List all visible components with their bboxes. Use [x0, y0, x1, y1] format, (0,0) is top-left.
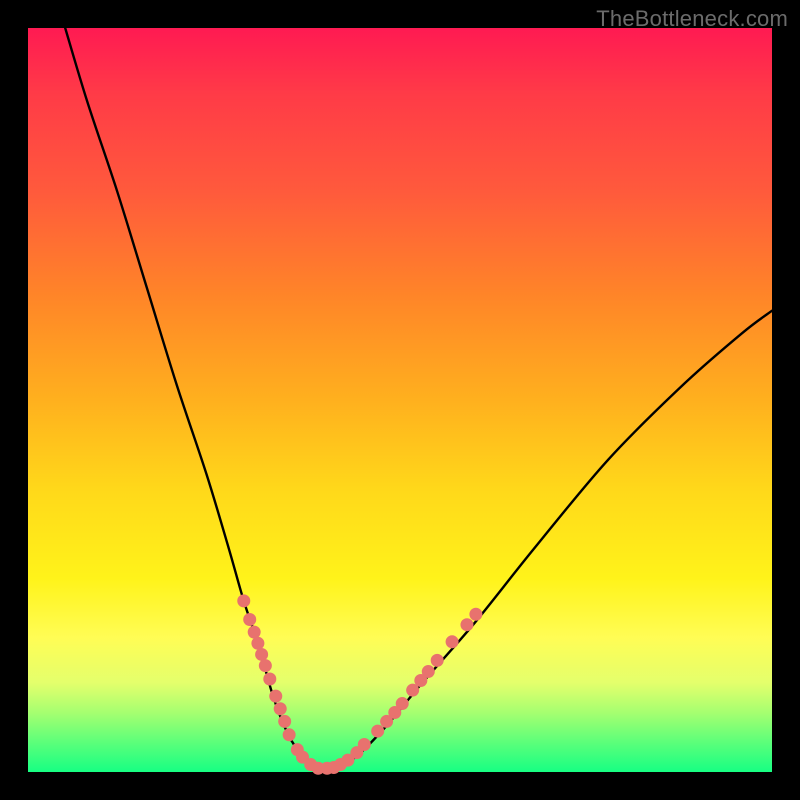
data-point [469, 608, 482, 621]
curve-svg [28, 28, 772, 772]
data-point [259, 659, 272, 672]
data-point [431, 654, 444, 667]
data-point [278, 715, 291, 728]
data-point [358, 738, 371, 751]
data-point [269, 690, 282, 703]
plot-area [28, 28, 772, 772]
data-point [263, 673, 276, 686]
data-point [283, 728, 296, 741]
data-point [251, 637, 264, 650]
data-point [422, 665, 435, 678]
data-point [243, 613, 256, 626]
bottleneck-curve [65, 28, 772, 770]
data-point [237, 594, 250, 607]
chart-stage: TheBottleneck.com [0, 0, 800, 800]
data-point [255, 648, 268, 661]
data-point [274, 702, 287, 715]
data-point [460, 618, 473, 631]
data-point [248, 626, 261, 639]
data-points [237, 594, 482, 774]
data-point [396, 697, 409, 710]
data-point [371, 725, 384, 738]
data-point [446, 635, 459, 648]
